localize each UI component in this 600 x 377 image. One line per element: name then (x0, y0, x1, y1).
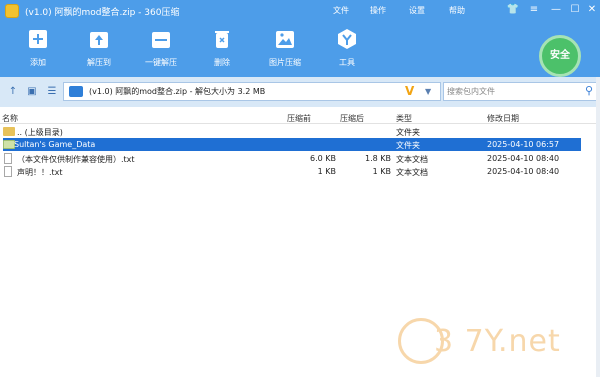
file-name: 声明！！.txt (17, 168, 63, 177)
v-logo-icon[interactable]: V (405, 84, 414, 98)
list-view-icon[interactable]: ☰ (45, 85, 59, 99)
file-name: .. (上级目录) (17, 128, 63, 137)
file-type: 文件夹 (396, 128, 420, 137)
skin-icon[interactable]: 👕 (506, 3, 520, 17)
column-after-size[interactable]: 压缩后 (340, 113, 364, 124)
search-input[interactable]: 搜索包内文件 ⚲ (443, 82, 597, 101)
add-button[interactable]: 添加 (13, 28, 63, 68)
file-type: 文本文档 (396, 155, 428, 164)
close-icon[interactable]: ✕ (585, 3, 599, 17)
address-bar: ↑ ▣ ☰ (v1.0) 阿飘的mod整合.zip - 解包大小为 3.2 MB… (0, 77, 600, 107)
file-name: （本文件仅供制作兼容使用）.txt (17, 155, 135, 164)
file-name: Sultan's Game_Data (14, 140, 96, 149)
menu-file[interactable]: 文件 (333, 5, 349, 16)
folder-icon (69, 86, 83, 97)
search-placeholder: 搜索包内文件 (447, 87, 495, 96)
file-type: 文件夹 (396, 141, 420, 150)
watermark-text: 3 7Y.net (434, 324, 561, 359)
one-click-extract-icon (152, 32, 170, 48)
table-row[interactable]: Sultan's Game_Data 文件夹 2025-04-10 06:57 (3, 138, 581, 151)
up-arrow-icon[interactable]: ↑ (6, 85, 20, 99)
table-row[interactable]: 声明！！.txt 1 KB 1 KB 文本文档 2025-04-10 08:40 (0, 165, 600, 178)
column-date[interactable]: 修改日期 (487, 113, 519, 124)
add-icon (29, 30, 47, 48)
one-click-extract-button[interactable]: 一键解压 (136, 28, 186, 68)
watermark: 3 7Y.net (398, 318, 598, 373)
thumbnail-view-icon[interactable]: ▣ (25, 85, 39, 99)
menu-icon[interactable]: ≡ (527, 3, 541, 17)
menu-settings[interactable]: 设置 (409, 5, 425, 16)
window-title: (v1.0) 阿飘的mod整合.zip - 360压缩 (25, 8, 180, 18)
maximize-icon[interactable]: ☐ (568, 3, 582, 17)
delete-button[interactable]: 删除 (197, 28, 247, 68)
text-file-icon (4, 166, 12, 177)
file-size-after: 1.8 KB (365, 154, 391, 163)
image-compress-icon (276, 31, 294, 48)
minimize-icon[interactable]: — (549, 3, 563, 17)
file-size-before: 1 KB (317, 167, 336, 176)
table-row[interactable]: .. (上级目录) 文件夹 (0, 125, 600, 138)
folder-icon (3, 127, 15, 136)
image-compress-button[interactable]: 图片压缩 (260, 28, 310, 68)
file-list-header: 名称 压缩前 压缩后 类型 修改日期 (0, 110, 600, 124)
file-date: 2025-04-10 06:57 (487, 140, 560, 149)
menu-operate[interactable]: 操作 (370, 5, 386, 16)
menu-help[interactable]: 帮助 (449, 5, 465, 16)
path-field[interactable]: (v1.0) 阿飘的mod整合.zip - 解包大小为 3.2 MB V ▼ (63, 82, 441, 101)
extract-to-button[interactable]: 解压到 (74, 28, 124, 68)
tools-icon (338, 29, 356, 49)
column-before-size[interactable]: 压缩前 (287, 113, 311, 124)
table-row[interactable]: （本文件仅供制作兼容使用）.txt 6.0 KB 1.8 KB 文本文档 202… (0, 152, 600, 165)
file-size-after: 1 KB (372, 167, 391, 176)
file-date: 2025-04-10 08:40 (487, 154, 560, 163)
chevron-down-icon[interactable]: ▼ (425, 87, 431, 96)
title-bar: (v1.0) 阿飘的mod整合.zip - 360压缩 文件 操作 设置 帮助 … (0, 0, 600, 22)
file-size-before: 6.0 KB (310, 154, 336, 163)
search-icon[interactable]: ⚲ (585, 84, 593, 97)
file-type: 文本文档 (396, 168, 428, 177)
delete-icon (215, 31, 229, 48)
toolbar: 添加 解压到 一键解压 删除 图片压缩 工具 安全 (0, 22, 600, 77)
column-type[interactable]: 类型 (396, 113, 412, 124)
column-name[interactable]: 名称 (2, 113, 18, 124)
file-date: 2025-04-10 08:40 (487, 167, 560, 176)
path-text: (v1.0) 阿飘的mod整合.zip - 解包大小为 3.2 MB (89, 87, 266, 96)
extract-to-icon (90, 32, 108, 48)
app-logo-icon (5, 4, 19, 18)
tools-button[interactable]: 工具 (322, 28, 372, 68)
safe-badge[interactable]: 安全 (539, 35, 581, 77)
text-file-icon (4, 153, 12, 164)
